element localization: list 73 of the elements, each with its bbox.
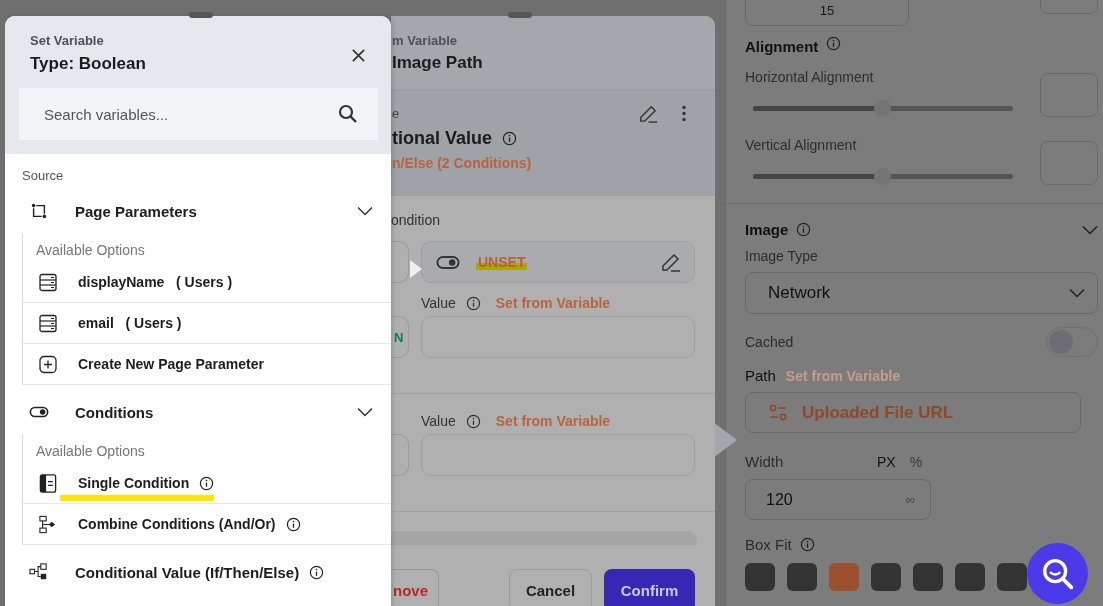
search-icon[interactable] xyxy=(338,104,358,124)
option-item[interactable]: Combine Conditions (And/Or) xyxy=(23,504,391,545)
slider-thumb[interactable] xyxy=(874,168,891,185)
toggle-icon xyxy=(436,254,460,270)
options-label: Available Options xyxy=(35,241,146,260)
condition-label: ondition xyxy=(391,212,442,228)
box-fit-option[interactable] xyxy=(955,563,985,591)
drag-handle[interactable] xyxy=(189,12,213,18)
chevron-down-icon[interactable] xyxy=(1082,224,1098,235)
slider-track[interactable] xyxy=(753,100,1013,117)
group-header[interactable]: Conditional Value (If/Then/Else) xyxy=(22,550,391,594)
field-label: Cached xyxy=(745,334,794,350)
slider-label: Horizontal Alignment xyxy=(745,69,875,85)
width-field[interactable]: 120 ∞ xyxy=(745,479,931,520)
unit-toggle[interactable]: % xyxy=(909,454,923,470)
option-item[interactable]: Create New Page Parameter xyxy=(23,344,391,385)
section-title: Alignment xyxy=(745,38,819,55)
value-subtitle: n/Else (2 Conditions) xyxy=(392,155,533,171)
drag-handle[interactable] xyxy=(508,12,532,18)
database-icon xyxy=(39,272,57,292)
options-label: Available Options xyxy=(35,442,146,461)
box-fit-option[interactable] xyxy=(913,563,943,591)
box-fit-option[interactable] xyxy=(997,563,1027,591)
info-icon[interactable] xyxy=(285,516,301,532)
parameters-icon xyxy=(29,202,49,220)
group-header[interactable]: Page Parameters xyxy=(22,189,391,233)
slider-track[interactable] xyxy=(753,168,1013,185)
info-icon[interactable] xyxy=(309,564,325,580)
info-icon[interactable] xyxy=(502,131,518,146)
edit-icon[interactable] xyxy=(660,251,682,273)
confirm-button[interactable]: Confirm xyxy=(604,569,695,606)
value-label: Value xyxy=(421,413,456,429)
slider-label: Vertical Alignment xyxy=(745,137,858,153)
database-icon xyxy=(39,313,57,333)
value-label: Value xyxy=(421,295,456,311)
info-icon[interactable] xyxy=(199,475,215,491)
cancel-button[interactable]: Cancel xyxy=(509,569,592,606)
more-options-icon[interactable] xyxy=(681,105,687,122)
remove-button[interactable]: nove xyxy=(391,569,439,606)
panel-caption: Set Variable xyxy=(30,33,105,48)
branch-icon xyxy=(29,563,49,581)
edit-icon[interactable] xyxy=(638,103,659,124)
add-icon xyxy=(39,354,57,374)
flowchart-icon xyxy=(39,514,57,534)
info-icon[interactable] xyxy=(465,413,481,429)
group-header[interactable]: Conditions xyxy=(22,390,391,434)
section-caption: e xyxy=(392,106,400,121)
option-item[interactable]: email ( Users ) xyxy=(23,303,391,344)
box-fit-option[interactable] xyxy=(745,563,775,591)
box-fit-option[interactable] xyxy=(871,563,901,591)
image-type-dropdown[interactable]: Network xyxy=(745,272,1098,314)
field-label: Box Fit xyxy=(745,536,792,553)
panel-title: Type: Boolean xyxy=(30,54,146,74)
field-label: Width xyxy=(745,453,785,470)
field-label: Path xyxy=(745,367,776,384)
slider-thumb[interactable] xyxy=(874,100,891,117)
value-title: tional Value xyxy=(392,128,493,149)
source-label: Source xyxy=(22,168,65,183)
panel-title: Image Path xyxy=(392,53,484,73)
chevron-down-icon xyxy=(1069,288,1085,298)
close-icon[interactable] xyxy=(351,48,366,63)
sliders-icon xyxy=(768,403,788,422)
box-fit-option[interactable] xyxy=(787,563,817,591)
option-item[interactable]: displayName ( Users ) xyxy=(23,262,391,303)
panel-caption: m Variable xyxy=(392,33,459,48)
document-icon xyxy=(39,473,57,493)
info-icon[interactable] xyxy=(465,295,481,311)
search-field[interactable]: Search variables... xyxy=(19,88,378,140)
section-title: Image xyxy=(745,221,789,238)
option-item[interactable]: Single Condition xyxy=(23,463,391,504)
unit-toggle[interactable]: PX xyxy=(877,454,896,470)
number-field[interactable]: 15 xyxy=(745,0,909,26)
field-label: Image Type xyxy=(745,248,819,264)
